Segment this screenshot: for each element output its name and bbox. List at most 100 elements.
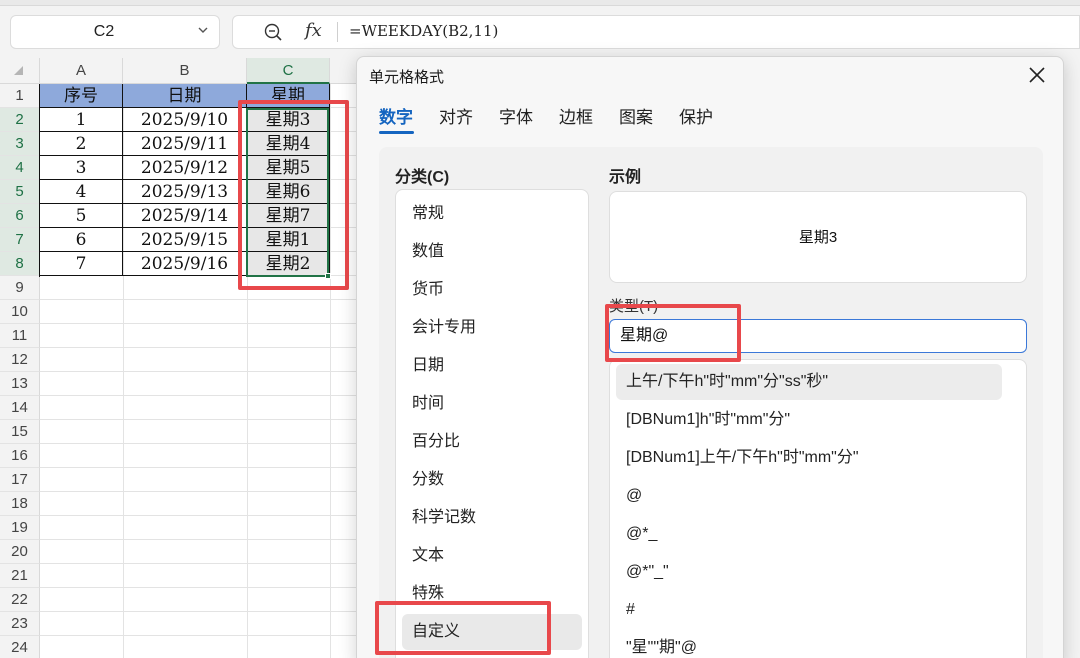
cell-weekday[interactable]: 星期6 xyxy=(247,180,330,204)
grid-line xyxy=(40,611,360,612)
format-code-item[interactable]: # xyxy=(616,592,1002,628)
cell-weekday[interactable]: 星期1 xyxy=(247,228,330,252)
grid-line xyxy=(40,299,360,300)
row-header[interactable]: 20 xyxy=(0,540,40,564)
cell-weekday[interactable]: 星期4 xyxy=(247,132,330,156)
row-header[interactable]: 14 xyxy=(0,396,40,420)
format-code-item[interactable]: "星""期"@ xyxy=(616,630,1002,658)
tab-alignment[interactable]: 对齐 xyxy=(439,103,473,128)
cell-seq[interactable]: 7 xyxy=(40,252,123,276)
row-header[interactable]: 3 xyxy=(0,132,40,156)
category-item[interactable]: 数值 xyxy=(402,234,582,270)
cell-seq[interactable]: 5 xyxy=(40,204,123,228)
row-header[interactable]: 18 xyxy=(0,492,40,516)
sample-preview: 星期3 xyxy=(609,191,1027,283)
close-icon[interactable] xyxy=(1025,63,1049,87)
format-code-item[interactable]: [DBNum1]h"时"mm"分" xyxy=(616,402,1002,438)
row-header[interactable]: 13 xyxy=(0,372,40,396)
cell-date[interactable]: 2025/9/14 xyxy=(123,204,247,228)
tab-pattern[interactable]: 图案 xyxy=(619,103,653,128)
cell-seq[interactable]: 3 xyxy=(40,156,123,180)
formula-text[interactable]: =WEEKDAY(B2,11) xyxy=(349,22,498,40)
row-header[interactable]: 5 xyxy=(0,180,40,204)
select-all-corner[interactable] xyxy=(0,58,40,84)
category-item[interactable]: 货币 xyxy=(402,272,582,308)
tab-border[interactable]: 边框 xyxy=(559,103,593,128)
column-header-a[interactable]: A xyxy=(40,58,123,84)
format-code-list[interactable]: 上午/下午h"时"mm"分"ss"秒" [DBNum1]h"时"mm"分" [DBN… xyxy=(609,359,1027,658)
category-item[interactable]: 自定义 xyxy=(402,614,582,650)
category-item[interactable]: 日期 xyxy=(402,348,582,384)
row-header[interactable]: 24 xyxy=(0,636,40,658)
category-list[interactable]: 常规 数值 货币 会计专用 日期 时间 百分比 分数 科学记数 文本 特殊 自定义 xyxy=(395,189,589,658)
cell-seq[interactable]: 4 xyxy=(40,180,123,204)
corner-triangle-icon xyxy=(14,66,23,75)
cell-weekday[interactable]: 星期2 xyxy=(247,252,330,276)
row-header[interactable]: 22 xyxy=(0,588,40,612)
row-header[interactable]: 15 xyxy=(0,420,40,444)
format-code-item[interactable]: [DBNum1]上午/下午h"时"mm"分" xyxy=(616,440,1002,476)
row-header[interactable]: 17 xyxy=(0,468,40,492)
tab-font[interactable]: 字体 xyxy=(499,103,533,128)
row-header[interactable]: 7 xyxy=(0,228,40,252)
row-header[interactable]: 16 xyxy=(0,444,40,468)
cell-date[interactable]: 2025/9/15 xyxy=(123,228,247,252)
cell-date[interactable]: 2025/9/10 xyxy=(123,108,247,132)
row-header[interactable]: 21 xyxy=(0,564,40,588)
header-cell-seq[interactable]: 序号 xyxy=(40,84,123,108)
category-item[interactable]: 常规 xyxy=(402,196,582,232)
cell-seq[interactable]: 1 xyxy=(40,108,123,132)
chevron-down-icon[interactable] xyxy=(197,23,209,39)
row-header[interactable]: 4 xyxy=(0,156,40,180)
row-header[interactable]: 11 xyxy=(0,324,40,348)
cell-date[interactable]: 2025/9/11 xyxy=(123,132,247,156)
fill-handle[interactable] xyxy=(325,273,331,279)
row-header[interactable]: 19 xyxy=(0,516,40,540)
grid-line xyxy=(40,323,360,324)
row-header[interactable]: 8 xyxy=(0,252,40,276)
spreadsheet-grid[interactable]: A B C 1 2 3 4 5 6 7 8 9 10 11 12 13 14 15 16 17 18 19 20 21 2… xyxy=(0,58,360,658)
grid-line xyxy=(40,515,360,516)
cell-seq[interactable]: 2 xyxy=(40,132,123,156)
row-header[interactable]: 10 xyxy=(0,300,40,324)
row-header[interactable]: 1 xyxy=(0,84,40,108)
row-header[interactable]: 12 xyxy=(0,348,40,372)
tab-protection[interactable]: 保护 xyxy=(679,103,713,128)
row-header[interactable]: 9 xyxy=(0,276,40,300)
format-code-item[interactable]: @*"_" xyxy=(616,554,1002,590)
column-header-b[interactable]: B xyxy=(123,58,247,84)
header-cell-weekday[interactable]: 星期 xyxy=(247,84,330,108)
zoom-icon[interactable] xyxy=(263,22,283,42)
tab-number[interactable]: 数字 xyxy=(379,103,413,128)
category-item[interactable]: 特殊 xyxy=(402,576,582,612)
format-code-item[interactable]: @*_ xyxy=(616,516,1002,552)
cell-weekday[interactable]: 星期5 xyxy=(247,156,330,180)
category-item[interactable]: 分数 xyxy=(402,462,582,498)
sample-label: 示例 xyxy=(609,169,642,186)
format-code-item[interactable]: 上午/下午h"时"mm"分"ss"秒" xyxy=(616,364,1002,400)
cell-seq[interactable]: 6 xyxy=(40,228,123,252)
grid-line xyxy=(40,563,360,564)
format-code-item[interactable]: @ xyxy=(616,478,1002,514)
grid-line xyxy=(40,467,360,468)
row-header[interactable]: 6 xyxy=(0,204,40,228)
category-item[interactable]: 科学记数 xyxy=(402,500,582,536)
column-header-c[interactable]: C xyxy=(247,58,330,84)
category-item[interactable]: 时间 xyxy=(402,386,582,422)
cell-date[interactable]: 2025/9/16 xyxy=(123,252,247,276)
type-input[interactable]: 星期@ xyxy=(609,319,1027,353)
cell-weekday[interactable]: 星期7 xyxy=(247,204,330,228)
category-item[interactable]: 文本 xyxy=(402,538,582,574)
cell-date[interactable]: 2025/9/13 xyxy=(123,180,247,204)
row-header[interactable]: 2 xyxy=(0,108,40,132)
cell-date[interactable]: 2025/9/12 xyxy=(123,156,247,180)
category-item[interactable]: 会计专用 xyxy=(402,310,582,346)
formula-input[interactable]: fx =WEEKDAY(B2,11) xyxy=(232,15,1080,49)
formula-divider xyxy=(337,22,338,42)
row-header[interactable]: 23 xyxy=(0,612,40,636)
name-box[interactable]: C2 xyxy=(10,15,220,49)
cell-weekday[interactable]: 星期3 xyxy=(247,108,330,132)
header-cell-date[interactable]: 日期 xyxy=(123,84,247,108)
fx-icon[interactable]: fx xyxy=(305,20,322,41)
category-item[interactable]: 百分比 xyxy=(402,424,582,460)
